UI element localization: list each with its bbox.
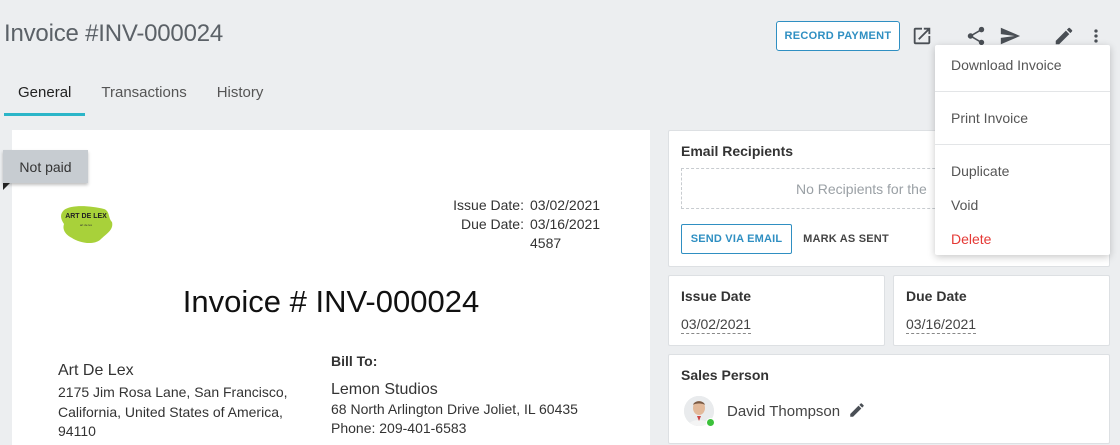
client-address: 68 North Arlington Drive Joliet, IL 6043… (331, 400, 578, 417)
logo-subtext: art de lex (79, 223, 93, 227)
company-name: Art De Lex (58, 362, 134, 379)
menu-item-duplicate[interactable]: Duplicate (951, 163, 1009, 179)
client-name: Lemon Studios (331, 380, 438, 398)
sales-person-label: Sales Person (681, 367, 769, 383)
reference-number: 4587 (530, 235, 562, 251)
client-phone: Phone: 209-401-6583 (331, 420, 467, 436)
menu-item-delete[interactable]: Delete (951, 231, 991, 247)
edit-sales-person-icon[interactable] (846, 399, 868, 421)
address-line: 2175 Jim Rosa Lane, San Francisco, (58, 384, 288, 400)
menu-divider (935, 91, 1110, 92)
due-date-label: Due Date: (460, 216, 524, 232)
due-date-field[interactable]: 03/16/2021 (906, 316, 977, 334)
menu-divider (935, 144, 1110, 145)
from-address: Art De Lex 2175 Jim Rosa Lane, San Franc… (58, 362, 288, 442)
sales-person-name: David Thompson (727, 403, 841, 420)
bill-to: Bill To: Lemon Studios 68 North Arlingto… (331, 352, 578, 439)
mark-as-sent-button[interactable]: MARK AS SENT (796, 224, 896, 254)
more-actions-menu: Download Invoice Print Invoice Duplicate… (935, 45, 1110, 255)
email-recipients-label: Email Recipients (681, 143, 794, 159)
tab-bar: General Transactions History (4, 78, 279, 116)
bill-to-label: Bill To: (331, 353, 378, 369)
online-status-dot (706, 418, 715, 427)
send-via-email-button[interactable]: SEND VIA EMAIL (681, 224, 792, 254)
address-line: 94110 (58, 423, 96, 439)
invoice-heading: Invoice # INV-000024 (182, 284, 480, 319)
address-line: California, United States of America, (58, 403, 283, 420)
tab-general[interactable]: General (4, 78, 86, 116)
status-badge: Not paid (3, 150, 88, 183)
tab-history[interactable]: History (203, 78, 278, 116)
menu-item-print-invoice[interactable]: Print Invoice (951, 110, 1028, 126)
issue-date-field[interactable]: 03/02/2021 (681, 316, 752, 334)
logo-text: ART DE LEX (65, 213, 107, 220)
recipients-placeholder: No Recipients for the (796, 180, 927, 197)
page-title: Invoice #INV-000024 (4, 20, 224, 47)
tab-transactions[interactable]: Transactions (87, 78, 200, 116)
issue-date-panel-label: Issue Date (681, 288, 752, 304)
menu-item-void[interactable]: Void (951, 197, 978, 213)
company-logo: ART DE LEX art de lex (58, 200, 114, 246)
record-payment-button[interactable]: RECORD PAYMENT (776, 21, 900, 51)
due-date-value: 03/16/2021 (530, 216, 601, 232)
menu-item-download-invoice[interactable]: Download Invoice (951, 57, 1062, 73)
ribbon-fold (3, 183, 10, 190)
open-external-icon[interactable] (909, 23, 935, 49)
due-date-panel (893, 275, 1110, 346)
issue-date-panel (668, 275, 885, 346)
issue-date-value: 03/02/2021 (530, 197, 601, 213)
issue-date-label: Issue Date: (453, 197, 524, 213)
invoice-meta-values: 03/02/2021 03/16/2021 4587 (530, 196, 600, 253)
invoice-meta-labels: Issue Date: Due Date: (380, 196, 524, 234)
due-date-panel-label: Due Date (906, 288, 967, 304)
